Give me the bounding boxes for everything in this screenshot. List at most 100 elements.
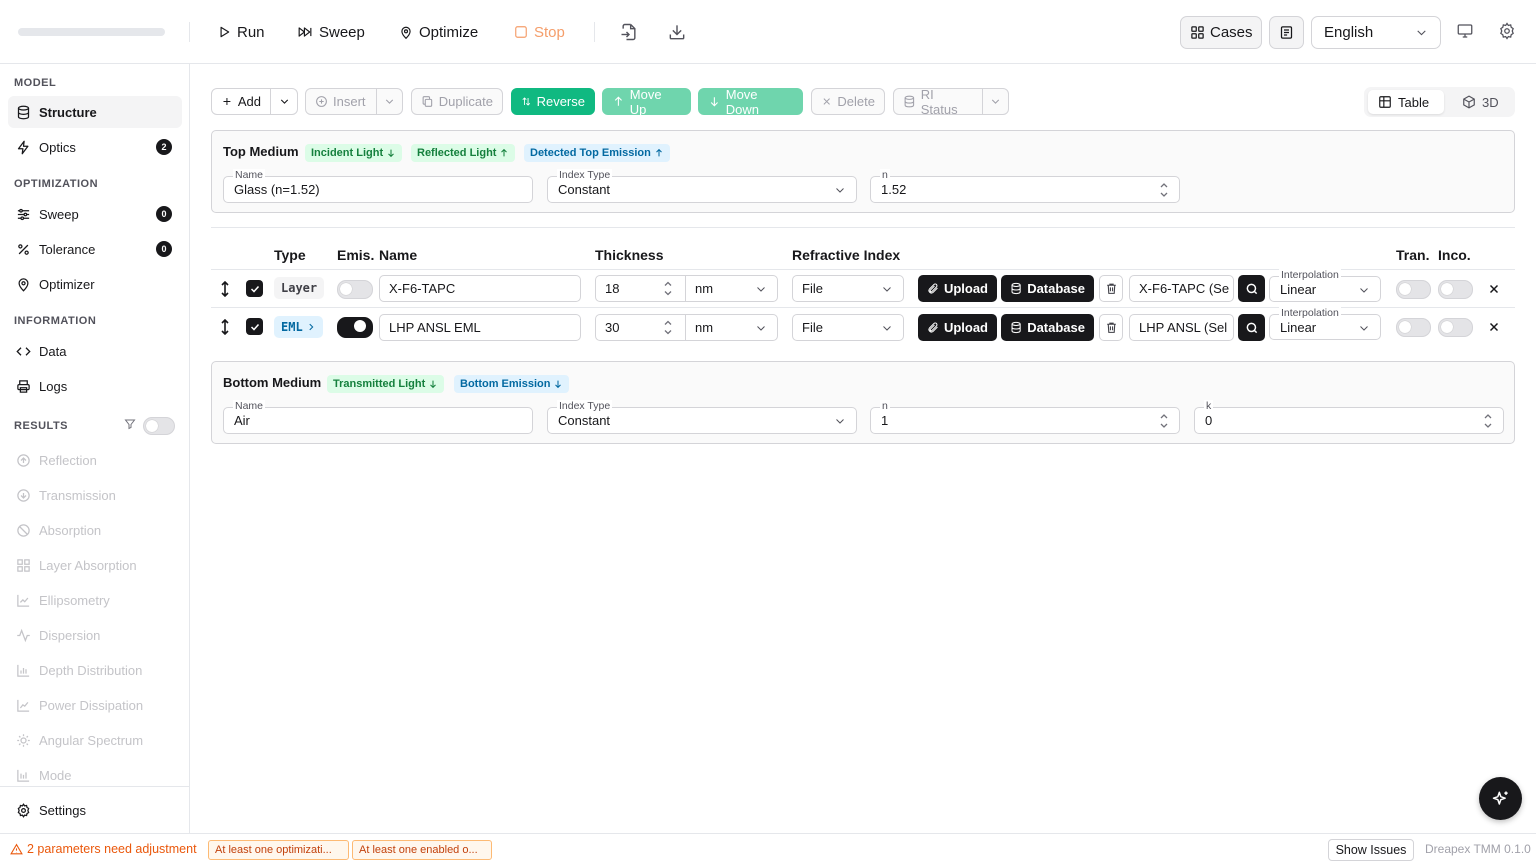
incoherent-toggle[interactable] <box>1438 280 1473 299</box>
view-table-tab[interactable]: Table <box>1368 90 1444 114</box>
sidebar-item-ellipsometry[interactable]: Ellipsometry <box>8 584 182 616</box>
sidebar-item-settings[interactable]: Settings <box>8 794 182 826</box>
clear-material-button[interactable] <box>1099 314 1123 341</box>
clear-material-button[interactable] <box>1099 275 1123 302</box>
sidebar-item-dispersion[interactable]: Dispersion <box>8 619 182 651</box>
insert-button[interactable]: Insert <box>305 88 377 115</box>
sidebar-item-optimizer[interactable]: Optimizer <box>8 268 182 300</box>
stepper-icon[interactable] <box>1483 412 1493 430</box>
sidebar-item-absorption[interactable]: Absorption <box>8 514 182 546</box>
sidebar-item-transmission[interactable]: Transmission <box>8 479 182 511</box>
sidebar-item-angular-spectrum[interactable]: Angular Spectrum <box>8 724 182 756</box>
material-name-field[interactable]: LHP ANSL (Sel <box>1129 314 1234 341</box>
parameter-warning[interactable]: 2 parameters need adjustment <box>10 842 197 856</box>
remove-row-icon[interactable] <box>1487 320 1501 334</box>
bottom-medium-name-field[interactable]: Name Air <box>223 400 533 434</box>
emission-toggle[interactable] <box>337 317 373 338</box>
thickness-unit-select[interactable]: nm <box>685 275 778 302</box>
gear-icon[interactable] <box>1498 22 1518 42</box>
chevron-down-icon <box>991 99 1000 104</box>
download-icon[interactable] <box>667 22 687 42</box>
sidebar-item-layer-absorption[interactable]: Layer Absorption <box>8 549 182 581</box>
layer-type-badge[interactable]: Layer <box>274 277 325 299</box>
thickness-input[interactable]: 30 <box>595 314 686 341</box>
drag-handle-icon[interactable] <box>218 319 232 335</box>
layer-name-input[interactable]: X-F6-TAPC <box>379 275 581 302</box>
monitor-icon[interactable] <box>1456 22 1476 42</box>
duplicate-button[interactable]: Duplicate <box>411 88 503 115</box>
ai-assistant-button[interactable] <box>1479 777 1522 820</box>
sidebar-item-logs[interactable]: Logs <box>8 370 182 402</box>
stepper-icon[interactable] <box>1159 181 1169 199</box>
transmission-toggle[interactable] <box>1396 318 1431 337</box>
material-name-field[interactable]: X-F6-TAPC (Se <box>1129 275 1234 302</box>
ri-status-dropdown-button[interactable] <box>982 88 1009 115</box>
issue-chip[interactable]: At least one optimizati... <box>208 840 349 860</box>
database-icon <box>1011 321 1021 334</box>
chevron-down-icon <box>757 287 765 292</box>
upload-button[interactable]: Upload <box>918 314 997 341</box>
move-down-button[interactable]: Move Down <box>698 87 803 117</box>
sidebar-item-depth-distribution[interactable]: Depth Distribution <box>8 654 182 686</box>
sidebar-item-sweep[interactable]: Sweep 0 <box>8 198 182 230</box>
stop-button[interactable]: Stop <box>514 20 565 44</box>
stepper-icon[interactable] <box>663 279 673 298</box>
add-button[interactable]: Add <box>211 88 271 115</box>
show-issues-button[interactable]: Show Issues <box>1328 839 1414 861</box>
optimize-button[interactable]: Optimize <box>399 20 478 44</box>
top-medium-index-type-select[interactable]: Index Type Constant <box>547 169 857 203</box>
filter-icon[interactable] <box>124 418 136 430</box>
stepper-icon[interactable] <box>1159 412 1169 430</box>
stepper-icon[interactable] <box>663 318 673 337</box>
issue-chip[interactable]: At least one enabled o... <box>352 840 492 860</box>
transmission-toggle[interactable] <box>1396 280 1431 299</box>
thickness-unit-select[interactable]: nm <box>685 314 778 341</box>
sidebar-item-power-dissipation[interactable]: Power Dissipation <box>8 689 182 721</box>
search-material-button[interactable] <box>1238 275 1265 302</box>
ri-source-select[interactable]: File <box>792 314 904 341</box>
interpolation-select[interactable]: Interpolation Linear <box>1269 307 1381 340</box>
remove-row-icon[interactable] <box>1487 282 1501 296</box>
notes-button[interactable] <box>1269 16 1304 49</box>
results-filter-toggle[interactable] <box>143 417 175 435</box>
row-enabled-checkbox[interactable] <box>246 318 263 335</box>
move-up-button[interactable]: Move Up <box>602 87 691 117</box>
database-button[interactable]: Database <box>1001 314 1094 341</box>
top-medium-name-field[interactable]: Name Glass (n=1.52) <box>223 169 533 203</box>
run-button[interactable]: Run <box>217 20 265 44</box>
thickness-input[interactable]: 18 <box>595 275 686 302</box>
sidebar-item-tolerance[interactable]: Tolerance 0 <box>8 233 182 265</box>
row-enabled-checkbox[interactable] <box>246 280 263 297</box>
language-select[interactable]: English <box>1311 16 1441 49</box>
search-material-button[interactable] <box>1238 314 1265 341</box>
top-medium-n-field[interactable]: n 1.52 <box>870 169 1180 203</box>
sidebar-item-optics[interactable]: Optics 2 <box>8 131 182 163</box>
bottom-medium-k-field[interactable]: k 0 <box>1194 400 1504 434</box>
layer-name-input[interactable]: LHP ANSL EML <box>379 314 581 341</box>
view-3d-tab[interactable]: 3D <box>1452 90 1510 114</box>
incoherent-toggle[interactable] <box>1438 318 1473 337</box>
import-icon[interactable] <box>619 22 639 42</box>
sidebar-item-structure[interactable]: Structure <box>8 96 182 128</box>
view-switch: Table 3D <box>1364 87 1515 117</box>
ri-source-select[interactable]: File <box>792 275 904 302</box>
bottom-medium-index-type-select[interactable]: Index Type Constant <box>547 400 857 434</box>
drag-handle-icon[interactable] <box>218 281 232 297</box>
optics-count-badge: 2 <box>156 139 172 155</box>
emission-toggle[interactable] <box>337 280 373 299</box>
column-header-tran: Tran. <box>1396 247 1430 263</box>
database-button[interactable]: Database <box>1001 275 1094 302</box>
eml-type-badge[interactable]: EML <box>274 316 323 338</box>
ri-status-button[interactable]: RI Status <box>893 87 983 117</box>
cases-button[interactable]: Cases <box>1180 16 1262 49</box>
delete-button[interactable]: Delete <box>811 88 885 115</box>
upload-button[interactable]: Upload <box>918 275 997 302</box>
sidebar-item-data[interactable]: Data <box>8 335 182 367</box>
add-dropdown-button[interactable] <box>270 88 298 115</box>
insert-dropdown-button[interactable] <box>376 88 403 115</box>
sidebar-item-reflection[interactable]: Reflection <box>8 444 182 476</box>
bottom-medium-n-field[interactable]: n 1 <box>870 400 1180 434</box>
interpolation-select[interactable]: Interpolation Linear <box>1269 269 1381 302</box>
reverse-button[interactable]: Reverse <box>511 88 595 115</box>
sweep-button[interactable]: Sweep <box>297 20 365 44</box>
